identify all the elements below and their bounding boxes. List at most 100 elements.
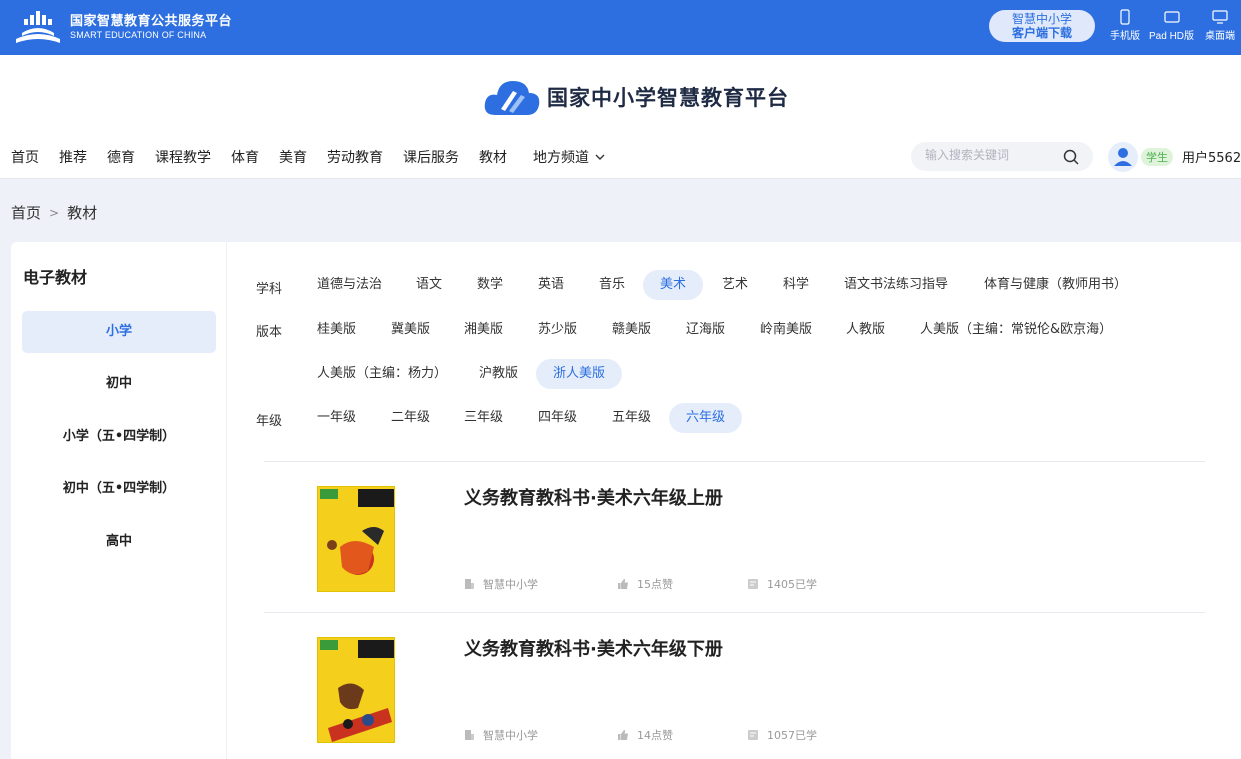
book-item[interactable]: 义务教育教科书·美术六年级下册 智慧中小学 14点赞 1057已学 bbox=[264, 613, 1205, 759]
book-likes: 14点赞 bbox=[617, 727, 673, 743]
edition-chip[interactable]: 冀美版 bbox=[374, 315, 447, 345]
edition-chip[interactable]: 辽海版 bbox=[669, 315, 742, 345]
subject-chip[interactable]: 数学 bbox=[460, 270, 520, 300]
subject-chip[interactable]: 体育与健康（教师用书） bbox=[967, 270, 1144, 300]
monitor-icon bbox=[1212, 10, 1228, 24]
main-nav: 首页 推荐 德育 课程教学 体育 美育 劳动教育 课后服务 教材 地方频道 bbox=[11, 147, 626, 167]
book-publisher: 智慧中小学 bbox=[464, 727, 538, 743]
book-learners: 1057已学 bbox=[747, 727, 817, 743]
book-cover-art-icon bbox=[318, 487, 394, 591]
site-header: 国家中小学智慧教育平台 首页 推荐 德育 课程教学 体育 美育 劳动教育 课后服… bbox=[0, 55, 1241, 179]
search-icon[interactable] bbox=[1063, 149, 1079, 165]
breadcrumb-home[interactable]: 首页 bbox=[11, 202, 41, 223]
book-item[interactable]: 义务教育教科书·美术六年级上册 智慧中小学 15点赞 1405已学 bbox=[264, 462, 1205, 612]
device-desktop-link[interactable]: 桌面端 bbox=[1205, 9, 1235, 42]
subject-chip-active[interactable]: 美术 bbox=[643, 270, 704, 300]
subject-chip[interactable]: 艺术 bbox=[705, 270, 765, 300]
edition-chip-active[interactable]: 浙人美版 bbox=[536, 359, 623, 389]
edition-chip[interactable]: 赣美版 bbox=[595, 315, 668, 345]
device-pad-label: Pad HD版 bbox=[1149, 31, 1195, 42]
nav-recommend[interactable]: 推荐 bbox=[59, 147, 87, 167]
grade-chip-active[interactable]: 六年级 bbox=[669, 403, 743, 433]
breadcrumb: 首页 > 教材 bbox=[11, 202, 97, 223]
book-cover[interactable] bbox=[317, 637, 395, 743]
book-learners-label: 1405已学 bbox=[767, 578, 817, 591]
nav-local-channel[interactable]: 地方频道 bbox=[533, 147, 606, 167]
nav-home[interactable]: 首页 bbox=[11, 147, 39, 167]
nav-sports[interactable]: 体育 bbox=[231, 147, 259, 167]
device-pad-link[interactable]: Pad HD版 bbox=[1149, 9, 1194, 42]
client-download-button[interactable]: 智慧中小学 客户端下载 bbox=[989, 10, 1095, 42]
sidebar-item-senior[interactable]: 高中 bbox=[22, 521, 216, 563]
username[interactable]: 用户5562 bbox=[1182, 147, 1241, 166]
breadcrumb-separator: > bbox=[49, 205, 60, 220]
edition-chip[interactable]: 湘美版 bbox=[447, 315, 520, 345]
sidebar-item-primary-54[interactable]: 小学（五•四学制） bbox=[22, 416, 216, 458]
book-publisher-label: 智慧中小学 bbox=[483, 729, 538, 742]
sidebar-item-junior-54[interactable]: 初中（五•四学制） bbox=[22, 468, 216, 510]
nav-course[interactable]: 课程教学 bbox=[155, 147, 211, 167]
nav-textbook[interactable]: 教材 bbox=[479, 147, 507, 167]
nav-afterschool[interactable]: 课后服务 bbox=[403, 147, 459, 167]
edition-chip[interactable]: 岭南美版 bbox=[743, 315, 829, 345]
book-cover[interactable] bbox=[317, 486, 395, 592]
sidebar-item-primary[interactable]: 小学 bbox=[22, 311, 216, 353]
edition-chip[interactable]: 沪教版 bbox=[462, 359, 535, 389]
subject-chip[interactable]: 英语 bbox=[521, 270, 581, 300]
search-input[interactable] bbox=[925, 148, 1055, 162]
phone-icon bbox=[1120, 9, 1130, 25]
book-likes: 15点赞 bbox=[617, 576, 673, 592]
edition-filter-label: 版本 bbox=[256, 325, 283, 340]
platform-logo-icon[interactable] bbox=[12, 9, 64, 45]
logo-title-en: SMART EDUCATION OF CHINA bbox=[70, 30, 207, 40]
logo-title-cn: 国家智慧教育公共服务平台 bbox=[70, 14, 233, 29]
book-cover-art-icon bbox=[318, 638, 394, 742]
nav-moral[interactable]: 德育 bbox=[107, 147, 135, 167]
sidebar-item-junior[interactable]: 初中 bbox=[22, 363, 216, 405]
subject-chip[interactable]: 科学 bbox=[766, 270, 826, 300]
subject-chip[interactable]: 语文书法练习指导 bbox=[827, 270, 965, 300]
book-learners-label: 1057已学 bbox=[767, 729, 817, 742]
subject-filter-label: 学科 bbox=[256, 282, 283, 297]
download-line1: 智慧中小学 bbox=[1011, 12, 1072, 26]
grade-chip[interactable]: 一年级 bbox=[300, 403, 373, 433]
edition-chip[interactable]: 桂美版 bbox=[300, 315, 373, 345]
role-badge: 学生 bbox=[1141, 148, 1173, 166]
subject-chip[interactable]: 道德与法治 bbox=[300, 270, 399, 300]
grade-chip[interactable]: 三年级 bbox=[447, 403, 520, 433]
thumbs-up-icon bbox=[618, 579, 628, 589]
tablet-icon bbox=[1163, 11, 1180, 23]
search-box bbox=[911, 142, 1093, 171]
edition-chip[interactable]: 人美版（主编：杨力） bbox=[300, 359, 464, 389]
device-phone-link[interactable]: 手机版 bbox=[1110, 9, 1140, 42]
download-line2: 客户端下载 bbox=[1011, 26, 1072, 40]
grade-chip[interactable]: 五年级 bbox=[595, 403, 668, 433]
book-publisher-label: 智慧中小学 bbox=[483, 578, 538, 591]
subject-chip[interactable]: 语文 bbox=[399, 270, 459, 300]
edition-chip[interactable]: 人美版（主编：常锐伦&欧京海） bbox=[903, 315, 1129, 345]
avatar[interactable] bbox=[1108, 142, 1138, 172]
building-icon bbox=[465, 579, 474, 589]
book-publisher: 智慧中小学 bbox=[464, 576, 538, 592]
book-likes-label: 15点赞 bbox=[637, 578, 673, 591]
edition-chip[interactable]: 苏少版 bbox=[521, 315, 594, 345]
book-likes-label: 14点赞 bbox=[637, 729, 673, 742]
book-title[interactable]: 义务教育教科书·美术六年级下册 bbox=[464, 635, 723, 661]
grade-chip[interactable]: 四年级 bbox=[521, 403, 594, 433]
chevron-down-icon bbox=[595, 154, 605, 160]
nav-labor[interactable]: 劳动教育 bbox=[327, 147, 383, 167]
breadcrumb-current: 教材 bbox=[67, 204, 98, 222]
device-desktop-label: 桌面端 bbox=[1205, 31, 1235, 42]
nav-local-label: 地方频道 bbox=[533, 150, 589, 166]
thumbs-up-icon bbox=[618, 730, 628, 740]
edition-chip[interactable]: 人教版 bbox=[829, 315, 902, 345]
platform-logo-text[interactable]: 国家智慧教育公共服务平台 SMART EDUCATION OF CHINA bbox=[70, 14, 232, 41]
grade-filter-label: 年级 bbox=[256, 414, 283, 429]
building-icon bbox=[465, 730, 474, 740]
subject-chip[interactable]: 音乐 bbox=[582, 270, 642, 300]
grade-chip[interactable]: 二年级 bbox=[374, 403, 447, 433]
book-title[interactable]: 义务教育教科书·美术六年级上册 bbox=[464, 484, 723, 510]
nav-arts[interactable]: 美育 bbox=[279, 147, 307, 167]
brand[interactable]: 国家中小学智慧教育平台 bbox=[483, 75, 789, 119]
book-learners: 1405已学 bbox=[747, 576, 817, 592]
